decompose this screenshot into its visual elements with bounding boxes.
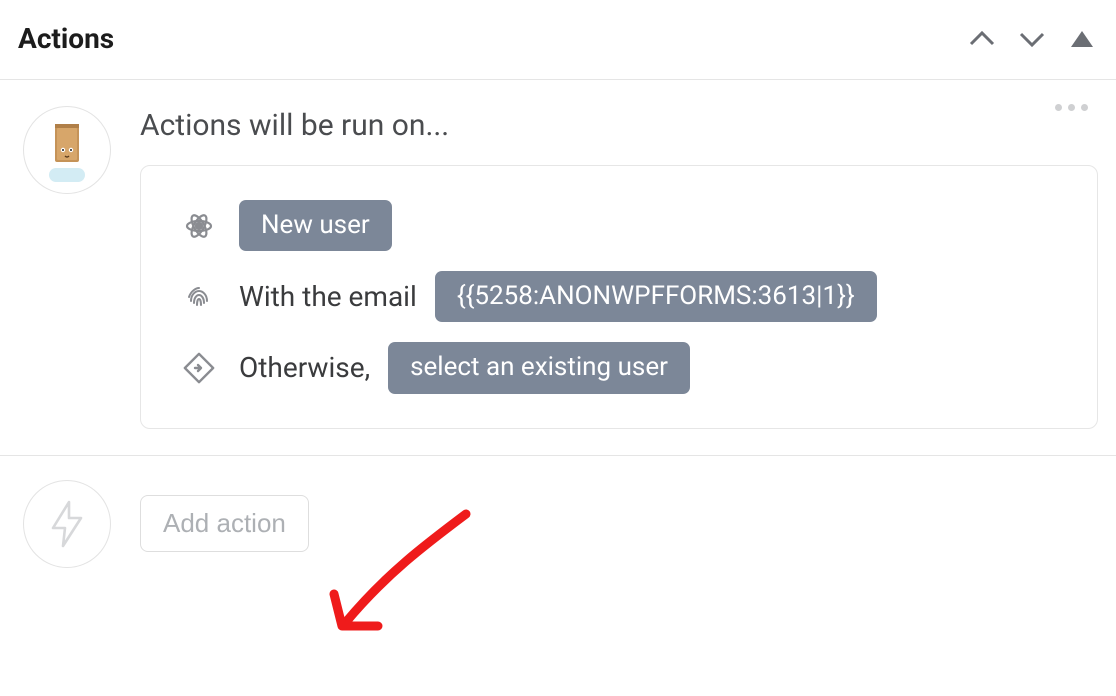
fingerprint-icon: [177, 281, 221, 313]
actions-section: Actions will be run on... New user: [0, 80, 1116, 455]
page-title: Actions: [18, 22, 114, 55]
header: Actions: [0, 0, 1116, 80]
chevron-up-icon[interactable]: [966, 23, 998, 55]
more-menu-icon[interactable]: [1049, 98, 1094, 117]
content-column: Actions will be run on... New user: [140, 106, 1098, 429]
rule-otherwise: Otherwise, select an existing user: [163, 332, 1075, 403]
atom-icon: [177, 210, 221, 242]
existing-user-chip[interactable]: select an existing user: [388, 342, 690, 393]
section-heading: Actions will be run on...: [140, 108, 1098, 143]
triangle-up-icon[interactable]: [1066, 23, 1098, 55]
new-user-chip[interactable]: New user: [239, 200, 392, 251]
user-avatar: [23, 106, 111, 194]
header-controls: [966, 23, 1098, 55]
add-action-button[interactable]: Add action: [140, 495, 309, 552]
chevron-down-icon[interactable]: [1016, 23, 1048, 55]
rule-with-email: With the email {{5258:ANONWPFFORMS:3613|…: [163, 261, 1075, 332]
rule-new-user: New user: [163, 190, 1075, 261]
direction-icon: [177, 352, 221, 384]
avatar-column: [22, 106, 112, 429]
with-email-label: With the email: [239, 280, 417, 313]
action-icon-column: [22, 480, 112, 568]
email-token-chip[interactable]: {{5258:ANONWPFFORMS:3613|1}}: [435, 271, 877, 322]
otherwise-label: Otherwise,: [239, 351, 370, 384]
footer-section: Add action: [0, 455, 1116, 592]
rules-card: New user With the email {{5258:ANONWPFFO…: [140, 165, 1098, 429]
lightning-icon: [23, 480, 111, 568]
